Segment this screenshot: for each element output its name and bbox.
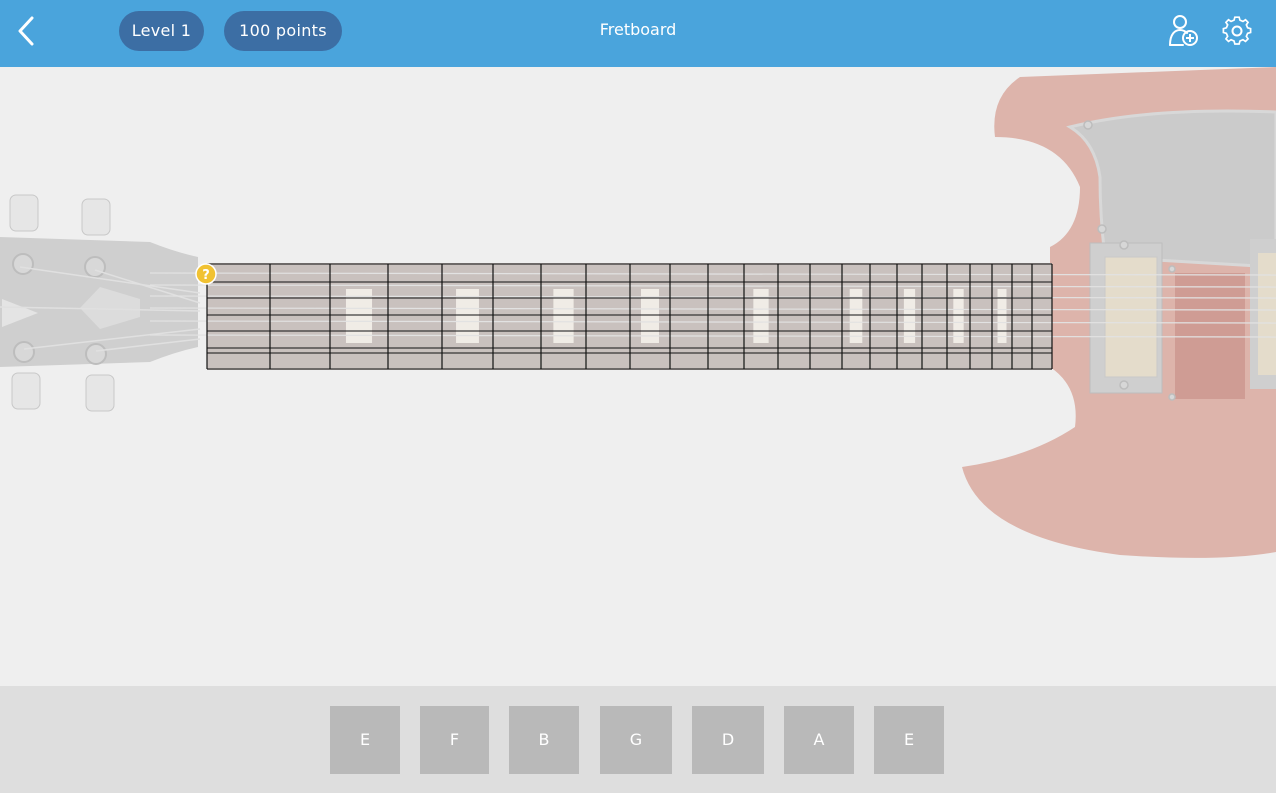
add-user-button[interactable] [1167, 13, 1201, 49]
note-button-e-low[interactable]: E [874, 706, 944, 774]
points-badge: 100 points [224, 11, 342, 51]
page-title: Fretboard [599, 20, 677, 39]
note-button-g[interactable]: G [600, 706, 672, 774]
chevron-left-icon [18, 16, 34, 46]
note-button-f[interactable]: F [420, 706, 489, 774]
hint-marker[interactable]: ? [195, 263, 217, 285]
note-button-a[interactable]: A [784, 706, 854, 774]
gear-icon [1222, 16, 1252, 45]
add-user-icon [1169, 15, 1198, 46]
top-bar: Level 1 100 points Fretboard [0, 0, 1276, 67]
note-selector-bar: E F B G D A E [0, 686, 1276, 793]
level-badge: Level 1 [119, 11, 204, 51]
note-button-d[interactable]: D [692, 706, 764, 774]
back-button[interactable] [12, 14, 40, 48]
guitar-fretboard: ? [0, 67, 1276, 558]
note-button-e-high[interactable]: E [330, 706, 400, 774]
settings-button[interactable] [1220, 13, 1254, 49]
note-button-b[interactable]: B [509, 706, 579, 774]
hint-marker-label: ? [202, 268, 210, 283]
guitar-headstock [0, 194, 201, 412]
